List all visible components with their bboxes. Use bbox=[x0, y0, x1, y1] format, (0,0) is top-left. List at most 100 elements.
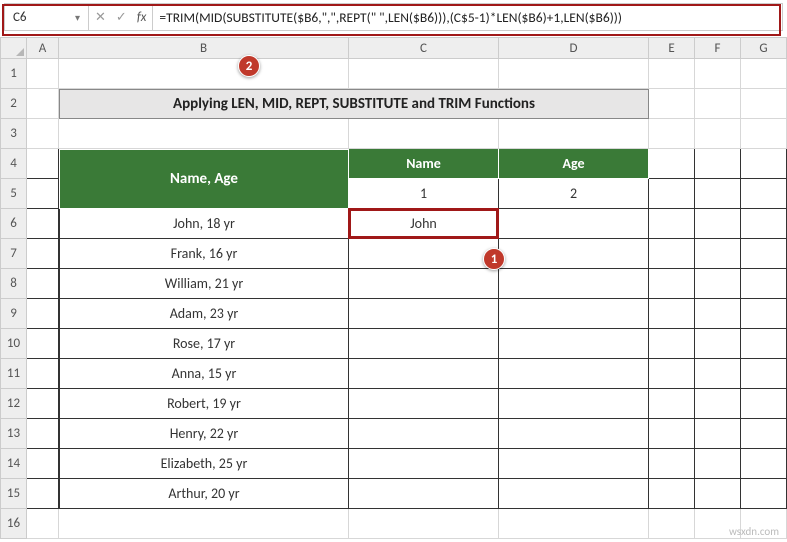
cell[interactable] bbox=[27, 59, 59, 89]
table-cell[interactable] bbox=[499, 419, 649, 449]
cell[interactable] bbox=[741, 329, 787, 359]
cell[interactable] bbox=[649, 59, 695, 89]
chevron-down-icon[interactable]: ▾ bbox=[75, 11, 80, 24]
cell[interactable] bbox=[695, 299, 741, 329]
cell[interactable] bbox=[27, 449, 59, 479]
table-cell[interactable] bbox=[349, 479, 499, 509]
row-5[interactable]: 5 bbox=[0, 179, 27, 209]
table-cell[interactable] bbox=[349, 389, 499, 419]
cancel-icon[interactable]: ✕ bbox=[95, 10, 106, 25]
name-box[interactable]: C6 ▾ bbox=[5, 4, 89, 30]
cell[interactable] bbox=[349, 59, 499, 89]
cell[interactable] bbox=[59, 119, 349, 149]
cell[interactable] bbox=[695, 359, 741, 389]
cell[interactable] bbox=[695, 239, 741, 269]
cell[interactable] bbox=[741, 479, 787, 509]
cell[interactable] bbox=[499, 509, 649, 539]
row-13[interactable]: 13 bbox=[0, 419, 27, 449]
row-10[interactable]: 10 bbox=[0, 329, 27, 359]
cell[interactable] bbox=[649, 209, 695, 239]
row-14[interactable]: 14 bbox=[0, 449, 27, 479]
cell[interactable] bbox=[741, 119, 787, 149]
table-cell[interactable] bbox=[349, 419, 499, 449]
table-cell[interactable]: Rose, 17 yr bbox=[59, 329, 349, 359]
row-8[interactable]: 8 bbox=[0, 269, 27, 299]
cell[interactable] bbox=[741, 389, 787, 419]
cell[interactable] bbox=[741, 359, 787, 389]
cell[interactable] bbox=[741, 269, 787, 299]
cell[interactable] bbox=[695, 209, 741, 239]
table-cell[interactable] bbox=[499, 209, 649, 239]
cell[interactable] bbox=[649, 449, 695, 479]
cell[interactable] bbox=[695, 149, 741, 179]
cell[interactable] bbox=[649, 149, 695, 179]
table-cell[interactable] bbox=[349, 299, 499, 329]
cell[interactable] bbox=[27, 149, 59, 179]
cell[interactable] bbox=[27, 389, 59, 419]
select-all-corner[interactable] bbox=[0, 37, 27, 59]
cell[interactable] bbox=[741, 419, 787, 449]
row-11[interactable]: 11 bbox=[0, 359, 27, 389]
cell[interactable] bbox=[741, 239, 787, 269]
table-cell[interactable] bbox=[499, 479, 649, 509]
col-E[interactable]: E bbox=[649, 37, 695, 59]
row-12[interactable]: 12 bbox=[0, 389, 27, 419]
col-C[interactable]: C bbox=[349, 37, 499, 59]
table-cell[interactable]: Arthur, 20 yr bbox=[59, 479, 349, 509]
cell[interactable] bbox=[695, 59, 741, 89]
cell[interactable] bbox=[649, 89, 695, 119]
row-15[interactable]: 15 bbox=[0, 479, 27, 509]
cell[interactable] bbox=[695, 89, 741, 119]
cell[interactable] bbox=[741, 179, 787, 209]
table-cell[interactable]: Adam, 23 yr bbox=[59, 299, 349, 329]
table-cell[interactable]: John, 18 yr bbox=[59, 209, 349, 239]
cell[interactable] bbox=[27, 209, 59, 239]
enter-icon[interactable]: ✓ bbox=[116, 10, 127, 25]
cell[interactable] bbox=[649, 509, 695, 539]
cell[interactable] bbox=[349, 509, 499, 539]
row-4[interactable]: 4 bbox=[0, 149, 27, 179]
cell[interactable] bbox=[741, 59, 787, 89]
table-cell[interactable]: Henry, 22 yr bbox=[59, 419, 349, 449]
table-cell[interactable] bbox=[349, 359, 499, 389]
cell[interactable] bbox=[27, 269, 59, 299]
row-1[interactable]: 1 bbox=[0, 59, 27, 89]
table-cell[interactable] bbox=[349, 449, 499, 479]
table-cell[interactable]: Robert, 19 yr bbox=[59, 389, 349, 419]
row-3[interactable]: 3 bbox=[0, 119, 27, 149]
row-16[interactable]: 16 bbox=[0, 509, 27, 539]
cell[interactable] bbox=[27, 239, 59, 269]
cell[interactable] bbox=[27, 419, 59, 449]
cell[interactable] bbox=[27, 89, 59, 119]
cell[interactable] bbox=[649, 419, 695, 449]
cell[interactable] bbox=[499, 59, 649, 89]
formula-input[interactable]: =TRIM(MID(SUBSTITUTE($B6,",",REPT(" ",LE… bbox=[153, 4, 782, 30]
table-cell[interactable] bbox=[349, 329, 499, 359]
table-cell[interactable] bbox=[499, 239, 649, 269]
cell[interactable] bbox=[27, 509, 59, 539]
col-B[interactable]: B bbox=[59, 37, 349, 59]
table-cell[interactable] bbox=[499, 359, 649, 389]
table-cell[interactable] bbox=[499, 389, 649, 419]
cell[interactable] bbox=[499, 119, 649, 149]
cell[interactable] bbox=[649, 269, 695, 299]
table-cell[interactable] bbox=[499, 269, 649, 299]
table-cell[interactable] bbox=[499, 329, 649, 359]
cell[interactable] bbox=[741, 449, 787, 479]
cell[interactable] bbox=[741, 149, 787, 179]
cell[interactable] bbox=[741, 89, 787, 119]
table-cell[interactable]: Anna, 15 yr bbox=[59, 359, 349, 389]
col-D[interactable]: D bbox=[499, 37, 649, 59]
cell[interactable] bbox=[695, 479, 741, 509]
cell[interactable] bbox=[695, 269, 741, 299]
table-cell[interactable] bbox=[349, 269, 499, 299]
fx-icon[interactable]: fx bbox=[137, 10, 147, 25]
table-cell[interactable] bbox=[499, 449, 649, 479]
header-age[interactable]: Age bbox=[499, 149, 649, 179]
table-cell[interactable]: William, 21 yr bbox=[59, 269, 349, 299]
cell[interactable] bbox=[695, 389, 741, 419]
cell[interactable] bbox=[27, 299, 59, 329]
row-2[interactable]: 2 bbox=[0, 89, 27, 119]
cell[interactable] bbox=[59, 59, 349, 89]
table-cell[interactable] bbox=[349, 239, 499, 269]
